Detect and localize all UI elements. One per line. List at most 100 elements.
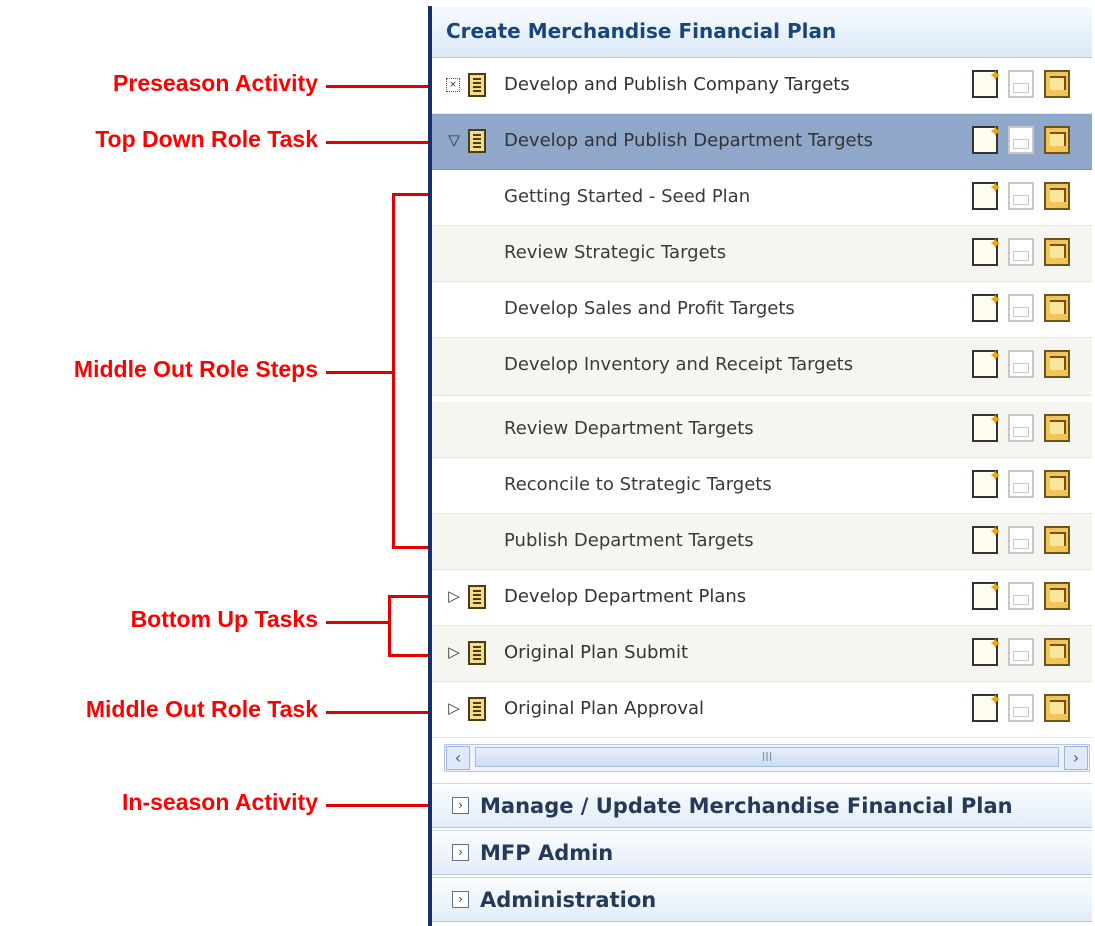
step-row[interactable]: Review Department Targets <box>432 402 1092 458</box>
new-icon[interactable] <box>972 690 1002 722</box>
callout-middle-out-role-steps: Middle Out Role Steps <box>73 356 318 382</box>
callout-line-bottom-up <box>326 621 388 624</box>
horizontal-scrollbar[interactable]: ‹ III › <box>444 744 1090 772</box>
row-actions <box>972 410 1082 444</box>
section-administration[interactable]: › Administration <box>432 877 1092 922</box>
folder-icon[interactable] <box>1044 294 1070 322</box>
task-row-original-plan-approval[interactable]: ▷ Original Plan Approval <box>432 682 1092 738</box>
task-icon <box>468 641 486 665</box>
row-actions <box>972 578 1082 612</box>
expand-icon[interactable]: ▷ <box>446 699 462 717</box>
task-label: Original Plan Submit <box>504 642 689 663</box>
step-label: Review Department Targets <box>504 418 754 439</box>
scroll-right-icon[interactable]: › <box>1064 746 1088 770</box>
step-row[interactable]: Review Strategic Targets <box>432 226 1092 282</box>
folder-icon[interactable] <box>1044 638 1070 666</box>
callout-line-middle-task <box>326 711 434 714</box>
row-actions <box>972 522 1082 556</box>
row-actions <box>972 634 1082 668</box>
folder-icon[interactable] <box>1044 126 1070 154</box>
step-row[interactable]: Reconcile to Strategic Targets <box>432 458 1092 514</box>
folder-icon[interactable] <box>1044 238 1070 266</box>
task-row-original-plan-submit[interactable]: ▷ Original Plan Submit <box>432 626 1092 682</box>
step-row[interactable]: Getting Started - Seed Plan <box>432 170 1092 226</box>
open-icon[interactable] <box>1008 350 1034 378</box>
open-icon[interactable] <box>1008 470 1034 498</box>
step-label: Reconcile to Strategic Targets <box>504 474 772 495</box>
task-row-company-targets[interactable]: × Develop and Publish Company Targets <box>432 58 1092 114</box>
callout-in-season-activity: In-season Activity <box>122 789 318 815</box>
new-icon[interactable] <box>972 466 1002 498</box>
section-manage-update-mfp[interactable]: › Manage / Update Merchandise Financial … <box>432 783 1092 828</box>
expand-icon[interactable]: ▷ <box>446 587 462 605</box>
open-icon[interactable] <box>1008 638 1034 666</box>
folder-icon[interactable] <box>1044 694 1070 722</box>
step-label: Review Strategic Targets <box>504 242 727 263</box>
expand-icon[interactable]: ▷ <box>446 643 462 661</box>
task-icon <box>468 697 486 721</box>
callout-middle-out-role-task: Middle Out Role Task <box>85 696 318 722</box>
open-icon[interactable] <box>1008 526 1034 554</box>
folder-icon[interactable] <box>1044 582 1070 610</box>
new-icon[interactable] <box>972 122 1002 154</box>
scroll-left-icon[interactable]: ‹ <box>446 746 470 770</box>
step-row[interactable]: Develop Inventory and Receipt Targets <box>432 338 1092 396</box>
task-icon <box>468 73 486 97</box>
task-icon <box>468 129 486 153</box>
task-icon <box>468 585 486 609</box>
step-label: Develop Inventory and Receipt Targets <box>504 354 854 375</box>
step-label: Getting Started - Seed Plan <box>504 186 751 207</box>
expand-icon[interactable]: › <box>452 891 469 908</box>
row-actions <box>972 346 1082 380</box>
new-icon[interactable] <box>972 234 1002 266</box>
section-mfp-admin[interactable]: › MFP Admin <box>432 830 1092 875</box>
new-icon[interactable] <box>972 66 1002 98</box>
row-actions <box>972 178 1082 212</box>
task-row-department-targets[interactable]: ▽ Develop and Publish Department Targets <box>432 114 1092 170</box>
new-icon[interactable] <box>972 410 1002 442</box>
new-icon[interactable] <box>972 578 1002 610</box>
task-label: Develop Department Plans <box>504 586 747 607</box>
panel-header[interactable]: Create Merchandise Financial Plan <box>432 6 1092 58</box>
step-row[interactable]: Develop Sales and Profit Targets <box>432 282 1092 338</box>
new-icon[interactable] <box>972 290 1002 322</box>
row-actions <box>972 122 1082 156</box>
folder-icon[interactable] <box>1044 70 1070 98</box>
row-actions <box>972 690 1082 724</box>
task-row-department-plans[interactable]: ▷ Develop Department Plans <box>432 570 1092 626</box>
folder-icon[interactable] <box>1044 414 1070 442</box>
folder-icon[interactable] <box>1044 350 1070 378</box>
folder-icon[interactable] <box>1044 526 1070 554</box>
row-actions <box>972 234 1082 268</box>
section-label: Administration <box>480 888 657 912</box>
expand-icon[interactable]: › <box>452 797 469 814</box>
expand-icon[interactable]: › <box>452 844 469 861</box>
folder-icon[interactable] <box>1044 470 1070 498</box>
open-icon[interactable] <box>1008 694 1034 722</box>
step-label: Publish Department Targets <box>504 530 754 551</box>
open-icon[interactable] <box>1008 582 1034 610</box>
open-icon[interactable] <box>1008 126 1034 154</box>
step-row[interactable]: Publish Department Targets <box>432 514 1092 570</box>
callout-line-preseason <box>326 85 430 88</box>
expand-collapse-icon[interactable]: × <box>446 78 460 92</box>
open-icon[interactable] <box>1008 70 1034 98</box>
section-label: MFP Admin <box>480 841 614 865</box>
new-icon[interactable] <box>972 522 1002 554</box>
open-icon[interactable] <box>1008 238 1034 266</box>
open-icon[interactable] <box>1008 294 1034 322</box>
scroll-thumb[interactable]: III <box>475 747 1059 767</box>
callout-preseason-activity: Preseason Activity <box>113 70 318 96</box>
new-icon[interactable] <box>972 178 1002 210</box>
open-icon[interactable] <box>1008 414 1034 442</box>
row-actions <box>972 66 1082 100</box>
open-icon[interactable] <box>1008 182 1034 210</box>
callout-top-down-role-task: Top Down Role Task <box>95 126 318 152</box>
collapse-icon[interactable]: ▽ <box>446 131 462 149</box>
task-label: Develop and Publish Company Targets <box>504 74 850 95</box>
new-icon[interactable] <box>972 634 1002 666</box>
new-icon[interactable] <box>972 346 1002 378</box>
task-label: Original Plan Approval <box>504 698 705 719</box>
task-label: Develop and Publish Department Targets <box>504 130 873 151</box>
folder-icon[interactable] <box>1044 182 1070 210</box>
